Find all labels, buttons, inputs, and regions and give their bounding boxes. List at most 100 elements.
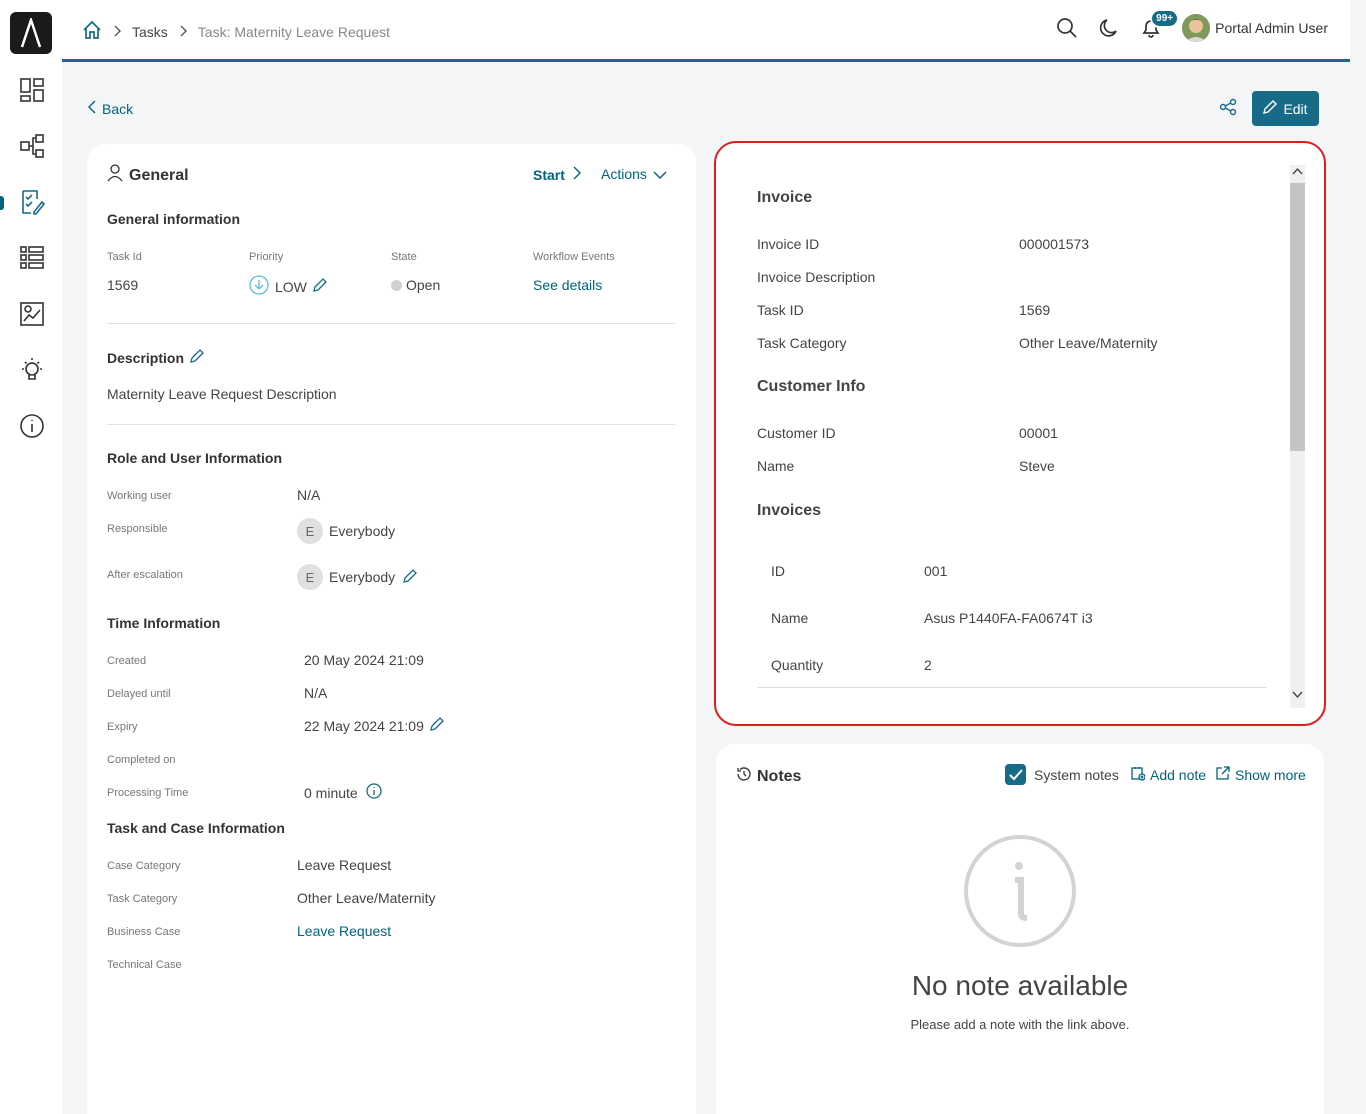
notes-title-text: Notes <box>757 767 802 785</box>
priority-field: LOW <box>249 275 327 298</box>
time-title: Time Information <box>107 615 221 631</box>
dashboard-icon[interactable] <box>18 76 46 104</box>
show-more-link[interactable]: Show more <box>1216 766 1306 783</box>
invoice-task-category-label: Task Category <box>757 335 847 351</box>
description-value: Maternity Leave Request Description <box>107 386 337 402</box>
state-value: Open <box>406 277 441 293</box>
divider <box>107 323 676 324</box>
edit-description-icon[interactable] <box>190 349 204 366</box>
back-button[interactable]: Back <box>88 100 133 117</box>
start-label: Start <box>533 166 565 183</box>
notes-title: Notes <box>736 766 801 787</box>
general-title-text: General <box>129 166 189 184</box>
priority-value: LOW <box>275 278 307 295</box>
empty-info-icon <box>963 834 1077 948</box>
scroll-down-icon[interactable] <box>1292 691 1303 702</box>
home-icon[interactable] <box>82 20 102 43</box>
bell-icon[interactable]: 99+ <box>1138 9 1180 41</box>
state-label: State <box>391 251 417 263</box>
task-category-label: Task Category <box>107 893 178 905</box>
item-name-value: Asus P1440FA-FA0674T i3 <box>924 610 1093 626</box>
arrow-down-circle-icon <box>249 275 269 298</box>
empty-notes-title: No note available <box>911 970 1129 1001</box>
edit-escalation-icon[interactable] <box>403 568 418 586</box>
chevron-left-icon <box>88 100 96 117</box>
info-icon[interactable] <box>18 412 46 440</box>
state-dot-icon <box>391 280 402 291</box>
item-id-value: 001 <box>924 563 948 579</box>
responsible-value: Everybody <box>329 523 396 539</box>
see-details-link[interactable]: See details <box>533 277 602 293</box>
expiry-value: 22 May 2024 21:09 <box>304 717 424 734</box>
customer-id-label: Customer ID <box>757 425 836 441</box>
system-notes-label: System notes <box>1034 766 1119 783</box>
page-scrollbar[interactable] <box>1350 0 1366 1114</box>
description-title: Description <box>107 349 204 366</box>
scrollbar-thumb[interactable] <box>1290 183 1305 451</box>
invoice-scrollbar[interactable] <box>1290 165 1305 708</box>
created-label: Created <box>107 655 147 667</box>
invoice-task-id-label: Task ID <box>757 302 804 318</box>
cases-icon[interactable] <box>18 244 46 272</box>
system-notes-checkbox[interactable]: System notes <box>1005 764 1119 785</box>
delayed-value: N/A <box>304 685 328 701</box>
actions-dropdown[interactable]: Actions <box>601 166 667 182</box>
item-id-label: ID <box>771 563 785 579</box>
customer-id-value: 00001 <box>1019 425 1058 441</box>
share-icon[interactable] <box>1219 98 1239 118</box>
add-note-link[interactable]: Add note <box>1131 766 1206 784</box>
statistics-icon[interactable] <box>18 300 46 328</box>
edit-button[interactable]: Edit <box>1252 91 1319 126</box>
process-icon[interactable] <box>18 132 46 160</box>
customer-name-label: Name <box>757 458 795 474</box>
divider <box>107 424 676 425</box>
task-id-value: 1569 <box>107 277 139 293</box>
invoices-title: Invoices <box>757 502 822 519</box>
description-title-text: Description <box>107 349 185 366</box>
scroll-up-icon[interactable] <box>1292 167 1303 178</box>
priority-label: Priority <box>249 251 284 263</box>
invoice-card: Invoice Invoice ID 000001573 Invoice Des… <box>714 141 1326 726</box>
idea-icon[interactable] <box>18 356 46 384</box>
info-icon[interactable] <box>366 783 382 802</box>
user-name[interactable]: Portal Admin User <box>1215 20 1328 36</box>
add-note-icon <box>1131 766 1146 784</box>
moon-icon[interactable] <box>1096 15 1122 41</box>
edit-label: Edit <box>1283 100 1308 117</box>
start-button[interactable]: Start <box>533 166 581 183</box>
state-field: Open <box>391 277 440 293</box>
task-id-label: Task Id <box>107 251 142 263</box>
after-escalation-value: Everybody <box>329 569 396 585</box>
role-title: Role and User Information <box>107 450 283 466</box>
pencil-icon <box>1263 100 1278 117</box>
show-more-label: Show more <box>1235 766 1306 783</box>
edit-priority-icon[interactable] <box>312 278 327 295</box>
app-logo[interactable] <box>10 12 52 54</box>
responsible-avatar: E <box>297 518 323 544</box>
business-case-link[interactable]: Leave Request <box>297 923 391 939</box>
checkmark-icon[interactable] <box>1005 764 1026 785</box>
tasks-icon[interactable] <box>18 188 46 216</box>
breadcrumb-tasks[interactable]: Tasks <box>132 24 168 40</box>
general-card: General Start Actions General informatio… <box>87 144 696 1114</box>
breadcrumb: Tasks Task: Maternity Leave Request <box>82 20 390 43</box>
invoice-task-id-value: 1569 <box>1019 302 1051 318</box>
nav-active-indicator <box>0 196 4 210</box>
general-title: General <box>107 164 189 187</box>
avatar[interactable] <box>1182 14 1211 42</box>
empty-notes-subtitle: Please add a note with the link above. <box>910 1017 1130 1032</box>
user-icon <box>107 164 123 187</box>
task-category-value: Other Leave/Maternity <box>297 890 436 906</box>
edit-expiry-icon[interactable] <box>429 717 444 734</box>
item-name-label: Name <box>771 610 809 626</box>
invoice-title: Invoice <box>757 189 813 206</box>
search-icon[interactable] <box>1054 15 1080 41</box>
invoice-description-label: Invoice Description <box>757 269 876 285</box>
top-right-controls: 99+ Portal Admin User <box>1038 9 1328 42</box>
after-escalation-avatar: E <box>297 564 323 590</box>
chevron-right-icon <box>112 24 122 40</box>
external-link-icon <box>1216 766 1230 783</box>
responsible-label: Responsible <box>107 523 168 535</box>
processing-field: 0 minute <box>304 783 382 802</box>
chevron-down-icon <box>653 166 667 182</box>
